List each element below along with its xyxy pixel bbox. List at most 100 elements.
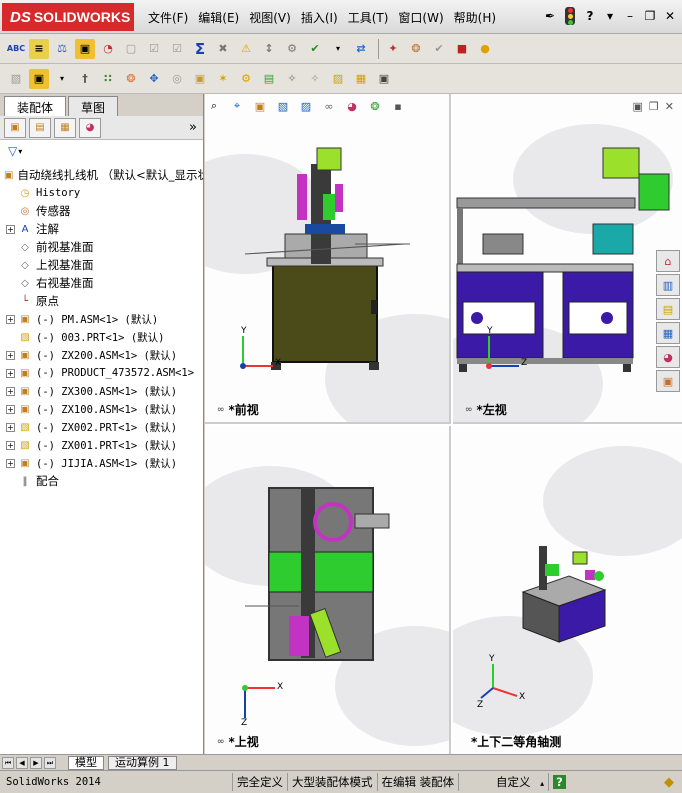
file-explorer-icon[interactable]: ▤: [656, 298, 680, 320]
warning-icon[interactable]: ⚠: [236, 39, 256, 59]
mass-properties-icon[interactable]: ⚖: [52, 39, 72, 59]
viewport-left[interactable]: Y Z ∞ *左视: [453, 94, 682, 424]
tree-item[interactable]: ◇ 前视基准面: [0, 238, 203, 256]
expand-toggle-icon[interactable]: +: [6, 440, 15, 450]
status-help-icon[interactable]: ?: [548, 773, 578, 791]
expand-toggle-icon[interactable]: +: [6, 404, 15, 414]
expand-panel-icon[interactable]: »: [189, 120, 197, 135]
tree-item[interactable]: + ▣ (-) ZX300.ASM<1> (默认): [0, 382, 203, 400]
section-properties-icon[interactable]: ▣: [75, 38, 95, 59]
feature-manager-icon[interactable]: ▣: [4, 117, 26, 138]
import-diagnostics-icon[interactable]: ⇄: [351, 39, 371, 59]
tab-assembly[interactable]: 装配体: [4, 96, 67, 116]
link-views-icon[interactable]: ∞: [465, 405, 473, 415]
help-icon[interactable]: ?: [582, 8, 598, 24]
appearances-icon[interactable]: ◕: [656, 346, 680, 368]
view-orientation-icon[interactable]: ▨: [297, 98, 315, 114]
tree-root[interactable]: ▣ 自动绕线扎线机 （默认<默认_显示状态-1>）: [0, 166, 203, 184]
viewport-isometric[interactable]: Y X Z *上下二等角轴测: [453, 426, 682, 754]
check-icon[interactable]: ▢: [121, 39, 141, 59]
mate-icon[interactable]: †: [75, 69, 95, 89]
display-style-icon[interactable]: ∞: [320, 98, 338, 114]
zoom-area-icon[interactable]: ⌖: [228, 98, 246, 114]
link-views-icon[interactable]: ∞: [217, 737, 225, 747]
tree-item[interactable]: + ▣ (-) ZX100.ASM<1> (默认): [0, 400, 203, 418]
tag-icon[interactable]: ◆: [664, 775, 674, 790]
dropdown-icon[interactable]: ▾: [328, 39, 348, 59]
viewport-top[interactable]: X Z ∞ *上视: [205, 426, 451, 754]
tree-item[interactable]: └ 原点: [0, 292, 203, 310]
tab-model[interactable]: 模型: [68, 755, 104, 770]
tree-item[interactable]: + ▣ (-) PM.ASM<1> (默认): [0, 310, 203, 328]
move-component-icon[interactable]: ✥: [144, 69, 164, 89]
menu-help[interactable]: 帮助(H): [454, 9, 496, 26]
next-tab-icon[interactable]: ▶: [30, 756, 42, 769]
expand-toggle-icon[interactable]: +: [6, 350, 15, 360]
tree-item[interactable]: ‖ 配合: [0, 472, 203, 490]
smart-fasteners-icon[interactable]: ❂: [121, 69, 141, 89]
show-hidden-icon[interactable]: ◎: [167, 69, 187, 89]
tree-item[interactable]: + A 注解: [0, 220, 203, 238]
first-tab-icon[interactable]: ⏮: [2, 756, 14, 769]
compare-icon[interactable]: ✔: [305, 39, 325, 59]
menu-window[interactable]: 窗口(W): [398, 9, 443, 26]
view-settings-icon[interactable]: ▪: [389, 98, 407, 114]
display-manager-icon[interactable]: ◕: [79, 117, 101, 138]
bill-of-materials-icon[interactable]: ▤: [259, 69, 279, 89]
expand-toggle-icon[interactable]: +: [6, 458, 15, 468]
filter-bar[interactable]: ▽ ▾: [0, 140, 203, 162]
explode-line-sketch-icon[interactable]: ✧: [305, 69, 325, 89]
property-manager-icon[interactable]: ▤: [29, 117, 51, 138]
custom-properties-icon[interactable]: ▣: [656, 370, 680, 392]
hole-alignment-icon[interactable]: ⚙: [282, 39, 302, 59]
drafting-icon[interactable]: ●: [475, 39, 495, 59]
tree-item[interactable]: + ▣ (-) ZX200.ASM<1> (默认): [0, 346, 203, 364]
edit-appearance-icon[interactable]: ◕: [343, 98, 361, 114]
tree-item[interactable]: ◇ 上视基准面: [0, 256, 203, 274]
measure-icon[interactable]: ≡: [29, 38, 49, 59]
configuration-manager-icon[interactable]: ▦: [54, 117, 76, 138]
clearance-icon[interactable]: ↕: [259, 39, 279, 59]
linear-pattern-icon[interactable]: ∷: [98, 69, 118, 89]
tree-item[interactable]: ◇ 右视基准面: [0, 274, 203, 292]
expand-toggle-icon[interactable]: +: [6, 368, 15, 378]
new-motion-study-icon[interactable]: ⚙: [236, 69, 256, 89]
exploded-view-icon[interactable]: ✧: [282, 69, 302, 89]
chevron-down-icon[interactable]: ▾: [18, 147, 22, 156]
graphics-area[interactable]: ⌕ ⌖ ▣ ▧ ▨ ∞ ◕ ❂ ▪ ▣ ❐ ✕ Y X ∞ *前视 Y Z ∞ …: [205, 94, 682, 754]
viewport-restore-icon[interactable]: ❐: [649, 100, 659, 113]
tree-item[interactable]: ◷ History: [0, 184, 203, 202]
tree-item[interactable]: ▧ (-) 003.PRT<1> (默认): [0, 328, 203, 346]
spellcheck-icon[interactable]: ABC: [6, 39, 26, 59]
tree-item[interactable]: + ▧ (-) ZX002.PRT<1> (默认): [0, 418, 203, 436]
last-tab-icon[interactable]: ⏭: [44, 756, 56, 769]
expand-toggle-icon[interactable]: +: [6, 422, 15, 432]
filter-icon[interactable]: ▽: [8, 144, 17, 158]
geometry-analysis-icon[interactable]: ☑: [167, 39, 187, 59]
prev-tab-icon[interactable]: ◀: [16, 756, 28, 769]
interference-icon[interactable]: ✖: [213, 39, 233, 59]
previous-view-icon[interactable]: ▣: [251, 98, 269, 114]
tree-item[interactable]: ◎ 传感器: [0, 202, 203, 220]
tree-item[interactable]: + ▣ (-) JIJIA.ASM<1> (默认): [0, 454, 203, 472]
minimize-icon[interactable]: –: [622, 8, 638, 24]
expand-toggle-icon[interactable]: +: [6, 314, 15, 324]
tab-sketch[interactable]: 草图: [68, 96, 119, 116]
expand-toggle-icon[interactable]: +: [6, 224, 15, 234]
new-part-icon[interactable]: ▣: [29, 68, 49, 89]
solidworks-resources-icon[interactable]: ⌂: [656, 250, 680, 272]
view-palette-icon[interactable]: ▦: [656, 322, 680, 344]
menu-insert[interactable]: 插入(I): [301, 9, 338, 26]
expand-toggle-icon[interactable]: +: [6, 386, 15, 396]
pushpin-icon[interactable]: ✒: [542, 8, 558, 24]
instant3d-icon[interactable]: ▣: [374, 69, 394, 89]
statistics-icon[interactable]: ◔: [98, 39, 118, 59]
design-library-icon[interactable]: ▥: [656, 274, 680, 296]
status-units[interactable]: 自定义 ▴: [458, 773, 548, 791]
costing-icon[interactable]: ❂: [406, 39, 426, 59]
assembly-features-icon[interactable]: ▣: [190, 69, 210, 89]
simulation-icon[interactable]: ✦: [383, 39, 403, 59]
link-views-icon[interactable]: ∞: [217, 405, 225, 415]
equations-icon[interactable]: Σ: [190, 39, 210, 59]
zoom-to-fit-icon[interactable]: ⌕: [205, 98, 223, 114]
